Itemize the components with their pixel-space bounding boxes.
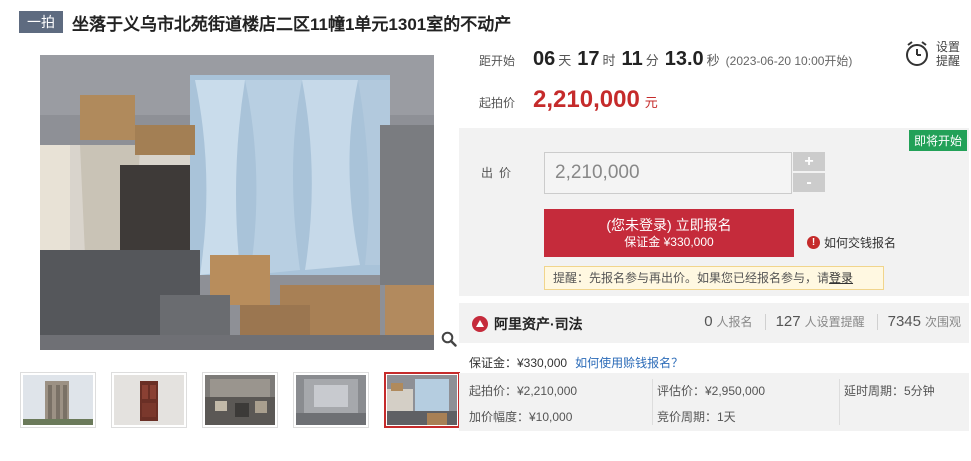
alarm-clock-icon <box>906 41 928 66</box>
countdown-seconds: 13.0 <box>664 48 704 70</box>
decrease-bid-button[interactable]: - <box>793 173 825 192</box>
start-time-note: (2023-06-20 10:00开始) <box>725 54 853 68</box>
thumbnail-cabinet[interactable] <box>111 372 187 428</box>
brand-name: 阿里资产·司法 <box>494 316 583 332</box>
main-photo[interactable] <box>40 55 434 350</box>
room-photo-image <box>40 55 434 350</box>
register-button-label: (您未登录) 立即报名 <box>606 217 732 233</box>
countdown-hours-unit: 时 <box>602 53 616 68</box>
countdown-days-unit: 天 <box>558 53 572 68</box>
brand: 阿里资产·司法 <box>471 314 583 334</box>
increase-bid-button[interactable]: + <box>793 152 825 171</box>
deposit-text: 保证金：¥330,000 <box>469 356 568 370</box>
page-title: 坐落于义乌市北苑街道楼店二区11幢1单元1301室的不动产 <box>72 14 512 34</box>
countdown-seconds-unit: 秒 <box>706 53 720 68</box>
countdown-hours: 17 <box>577 48 600 70</box>
zoom-button[interactable] <box>437 327 461 351</box>
divider <box>876 313 878 330</box>
info-delay-period: 延时周期：5分钟 <box>844 384 935 398</box>
thumbnail-curtain-room[interactable] <box>384 372 460 428</box>
set-reminder-label: 设置提醒 <box>936 40 961 68</box>
start-price: 起拍价 2,210,000 元 <box>479 86 658 114</box>
info-icon: ! <box>807 236 820 249</box>
empty-room-thumb-image <box>296 375 366 425</box>
divider <box>839 379 840 425</box>
notice-text: 提醒：先报名参与再出价。如果您已经报名参与，请 <box>553 271 830 285</box>
bid-amount-input[interactable]: 2,210,000 <box>544 152 792 194</box>
countdown-minutes-unit: 分 <box>645 53 659 68</box>
thumbnail-empty-room[interactable] <box>293 372 369 428</box>
countdown-label: 距开始 <box>479 54 516 68</box>
reminder-count-label: 人设置提醒 <box>804 315 865 329</box>
start-price-value: 2,210,000 <box>533 86 640 113</box>
divider <box>764 313 766 330</box>
auction-round-badge: 一拍 <box>19 11 63 33</box>
signup-count: 0 <box>704 313 713 330</box>
status-badge: 即将开始 <box>908 130 967 151</box>
curtain-room-thumb-image <box>387 375 457 425</box>
login-notice: 提醒：先报名参与再出价。如果您已经报名参与，请登录 <box>544 266 884 290</box>
info-appraisal: 评估价：¥2,950,000 <box>657 384 766 398</box>
deposit-row: 保证金：¥330,000 如何使用赊钱报名？ <box>469 354 683 371</box>
set-reminder-button[interactable]: 设置提醒 <box>904 40 962 68</box>
countdown-minutes: 11 <box>621 48 643 70</box>
signup-label: 人报名 <box>716 315 753 329</box>
room-clutter-thumb-image <box>205 375 275 425</box>
pay-info-label: 如何交钱报名 <box>824 236 897 250</box>
info-increment: 加价幅度：¥10,000 <box>469 410 573 424</box>
thumbnail-room-clutter[interactable] <box>202 372 278 428</box>
divider <box>652 379 653 425</box>
start-price-label: 起拍价 <box>479 96 516 110</box>
register-button[interactable]: (您未登录) 立即报名 保证金 ¥330,000 <box>544 209 794 257</box>
ali-assets-logo-icon <box>472 316 488 332</box>
view-label: 次围观 <box>924 315 961 329</box>
thumbnail-strip <box>20 372 460 428</box>
register-deposit-label: 保证金 ¥330,000 <box>624 235 714 249</box>
building-thumb-image <box>23 375 93 425</box>
magnifier-icon <box>441 331 457 347</box>
bid-label: 出价 <box>481 166 518 180</box>
start-price-unit: 元 <box>644 95 658 110</box>
view-count: 7345 <box>887 313 921 330</box>
title-row: 一拍 坐落于义乌市北苑街道楼店二区11幢1单元1301室的不动产 <box>19 10 511 34</box>
countdown-days: 06 <box>533 48 556 70</box>
pay-info-link[interactable]: ! 如何交钱报名 <box>807 234 896 251</box>
stats-bar: 阿里资产·司法 0 人报名 127 人设置提醒 7345 次围观 <box>459 303 969 343</box>
reminder-count: 127 <box>775 313 801 330</box>
countdown: 距开始 06 天 17 时 11 分 13.0 秒 (2023-06-20 10… <box>479 48 852 71</box>
bid-panel: 即将开始 出价 2,210,000 + - (您未登录) 立即报名 保证金 ¥3… <box>459 128 969 296</box>
credit-signup-link[interactable]: 如何使用赊钱报名？ <box>575 354 683 371</box>
login-link[interactable]: 登录 <box>829 271 853 285</box>
thumbnail-building[interactable] <box>20 372 96 428</box>
info-bid-period: 竞价周期：1天 <box>657 410 736 424</box>
info-start-price: 起拍价：¥2,210,000 <box>469 384 578 398</box>
cabinet-thumb-image <box>114 375 184 425</box>
auction-info-grid: 起拍价：¥2,210,000 加价幅度：¥10,000 评估价：¥2,950,0… <box>459 373 969 431</box>
auction-stats: 0 人报名 127 人设置提醒 7345 次围观 <box>694 313 961 330</box>
